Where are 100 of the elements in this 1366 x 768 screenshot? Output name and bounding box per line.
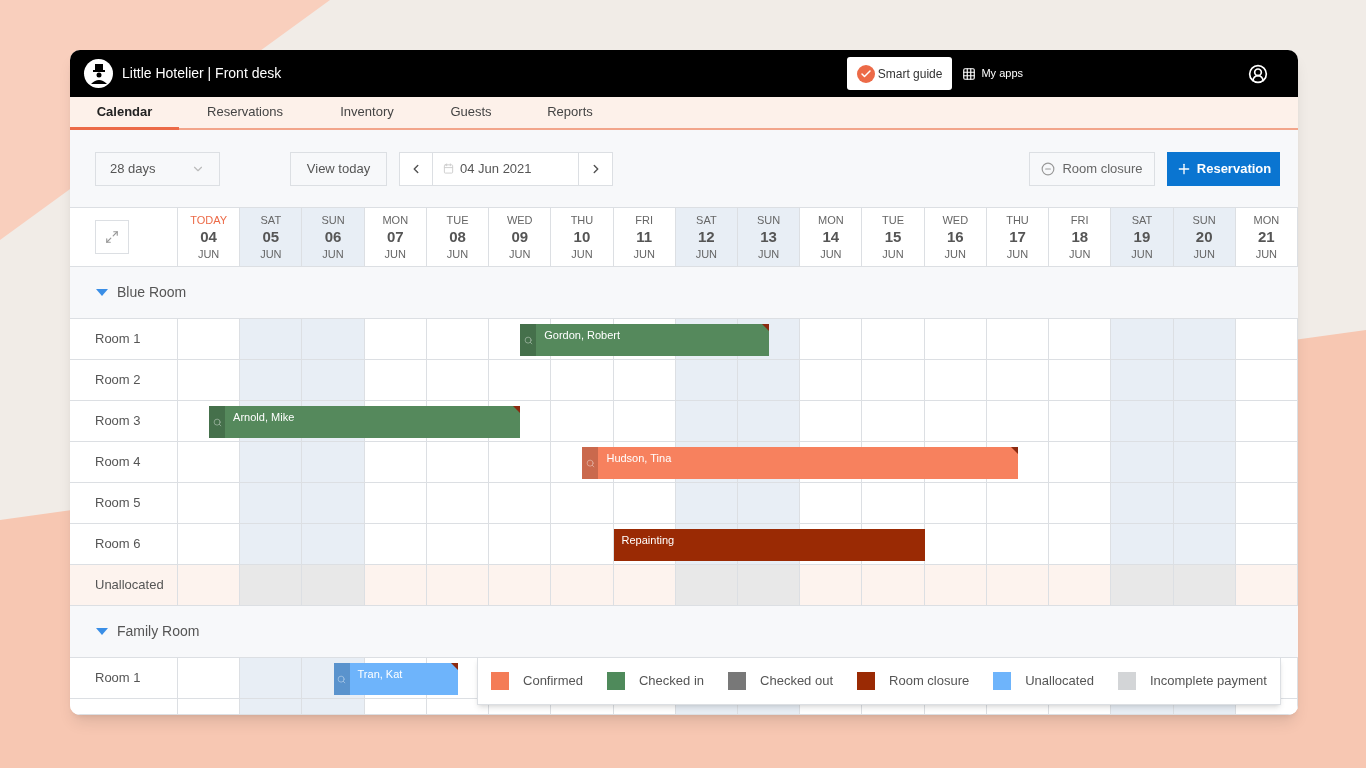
day-number: 09 xyxy=(511,227,529,247)
day-number: 14 xyxy=(822,227,840,247)
day-number: 16 xyxy=(946,227,964,247)
smart-guide-button[interactable]: Smart guide xyxy=(846,57,953,90)
weekday-label: SUN xyxy=(1192,213,1216,227)
month-label: JUN xyxy=(695,247,718,261)
logo-icon xyxy=(84,59,113,88)
nav-tab[interactable]: Calendar xyxy=(70,97,179,130)
corner-flag-icon xyxy=(762,324,770,331)
user-icon[interactable] xyxy=(1248,63,1268,84)
new-reservation-button[interactable]: Reservation xyxy=(1167,151,1280,186)
day-number: 21 xyxy=(1258,227,1275,247)
legend-label: Unallocated xyxy=(1025,672,1094,691)
minus-circle-icon xyxy=(1041,161,1056,176)
weekday-label: TUE xyxy=(882,213,905,227)
legend-label: Incomplete payment xyxy=(1149,672,1267,691)
booking-guest: Tran, Kat xyxy=(356,667,403,682)
day-number: 17 xyxy=(1009,227,1026,247)
room-type-title: Family Room xyxy=(117,622,200,641)
app-title: Little Hotelier | Front desk xyxy=(122,64,282,83)
day-number: 19 xyxy=(1133,227,1151,247)
weekday-label: TODAY xyxy=(190,213,228,227)
nav-tab[interactable]: Reports xyxy=(519,97,621,130)
month-label: JUN xyxy=(944,247,966,261)
range-dropdown[interactable]: 28 days xyxy=(95,151,220,186)
check-icon xyxy=(856,64,875,83)
booking-guest: Hudson, Tina xyxy=(605,451,672,466)
room-name: Room 1 xyxy=(95,330,141,349)
weekday-label: SAT xyxy=(1131,213,1153,227)
day-number: 20 xyxy=(1195,227,1213,247)
month-label: JUN xyxy=(446,247,469,261)
weekday-label: FRI xyxy=(1070,213,1089,227)
caret-icon[interactable] xyxy=(96,628,108,635)
weekday-label: SUN xyxy=(321,213,345,227)
room-closure-button[interactable]: Room closure xyxy=(1029,151,1155,186)
booking-guest: Repainting xyxy=(620,533,675,548)
weekday-label: TUE xyxy=(446,213,469,227)
calendar-icon xyxy=(443,163,454,174)
day-number: 15 xyxy=(884,227,902,247)
day-number: 11 xyxy=(636,227,653,247)
nav-tab[interactable]: Inventory xyxy=(311,97,423,130)
weekday-label: FRI xyxy=(635,213,653,227)
day-number: 18 xyxy=(1071,227,1089,247)
search-icon xyxy=(212,417,222,427)
legend-label: Confirmed xyxy=(523,672,583,691)
apps-grid-icon xyxy=(962,66,977,81)
day-number: 08 xyxy=(449,227,466,247)
month-label: JUN xyxy=(509,247,531,261)
day-number: 07 xyxy=(386,227,404,247)
month-label: JUN xyxy=(1069,247,1091,261)
room-name: Room 1 xyxy=(95,669,141,688)
weekday-label: SAT xyxy=(696,213,717,227)
legend-label: Checked out xyxy=(760,672,834,691)
month-label: JUN xyxy=(384,247,406,261)
nav-tab[interactable]: Guests xyxy=(423,97,519,130)
booking-bar[interactable]: Arnold, Mike xyxy=(209,406,521,438)
legend-label: Checked in xyxy=(639,672,705,691)
booking-guest: Arnold, Mike xyxy=(232,410,295,425)
corner-flag-icon xyxy=(1011,447,1018,454)
weekday-label: SAT xyxy=(260,213,282,227)
month-label: JUN xyxy=(197,247,220,261)
weekday-label: THU xyxy=(1006,213,1029,227)
weekday-label: WED xyxy=(942,213,969,227)
booking-bar[interactable]: Repainting xyxy=(613,529,925,561)
month-label: JUN xyxy=(322,247,344,261)
room-name: Room 4 xyxy=(95,453,141,472)
month-label: JUN xyxy=(1255,247,1278,261)
month-label: JUN xyxy=(633,247,655,261)
room-type-title: Blue Room xyxy=(117,283,187,302)
month-label: JUN xyxy=(260,247,282,261)
day-number: 13 xyxy=(760,227,777,247)
room-name: Room 5 xyxy=(95,494,141,513)
weekday-label: MON xyxy=(818,213,844,227)
weekday-label: THU xyxy=(570,213,594,227)
nav-tab[interactable]: Reservations xyxy=(179,97,311,130)
view-today-button[interactable]: View today xyxy=(290,151,387,186)
weekday-label: MON xyxy=(382,213,409,227)
corner-flag-icon xyxy=(513,406,521,413)
booking-bar[interactable]: Gordon, Robert xyxy=(520,324,770,356)
weekday-label: WED xyxy=(506,213,533,227)
caret-icon[interactable] xyxy=(96,289,108,296)
room-name: Room 2 xyxy=(95,371,141,390)
month-label: JUN xyxy=(1006,247,1029,261)
month-label: JUN xyxy=(882,247,904,261)
search-icon xyxy=(523,335,533,345)
day-number: 12 xyxy=(698,227,715,247)
legend-label: Room closure xyxy=(889,672,970,691)
month-label: JUN xyxy=(820,247,842,261)
my-apps-button[interactable]: My apps xyxy=(962,65,1023,82)
search-icon xyxy=(585,458,595,468)
weekday-label: MON xyxy=(1253,213,1280,227)
corner-flag-icon xyxy=(451,663,458,670)
booking-guest: Gordon, Robert xyxy=(543,328,621,343)
weekday-label: SUN xyxy=(757,213,781,227)
expand-button[interactable] xyxy=(95,220,129,254)
month-label: JUN xyxy=(571,247,593,261)
search-icon xyxy=(337,674,347,684)
day-number: 10 xyxy=(573,227,591,247)
day-number: 04 xyxy=(200,227,217,247)
month-label: JUN xyxy=(1131,247,1153,261)
